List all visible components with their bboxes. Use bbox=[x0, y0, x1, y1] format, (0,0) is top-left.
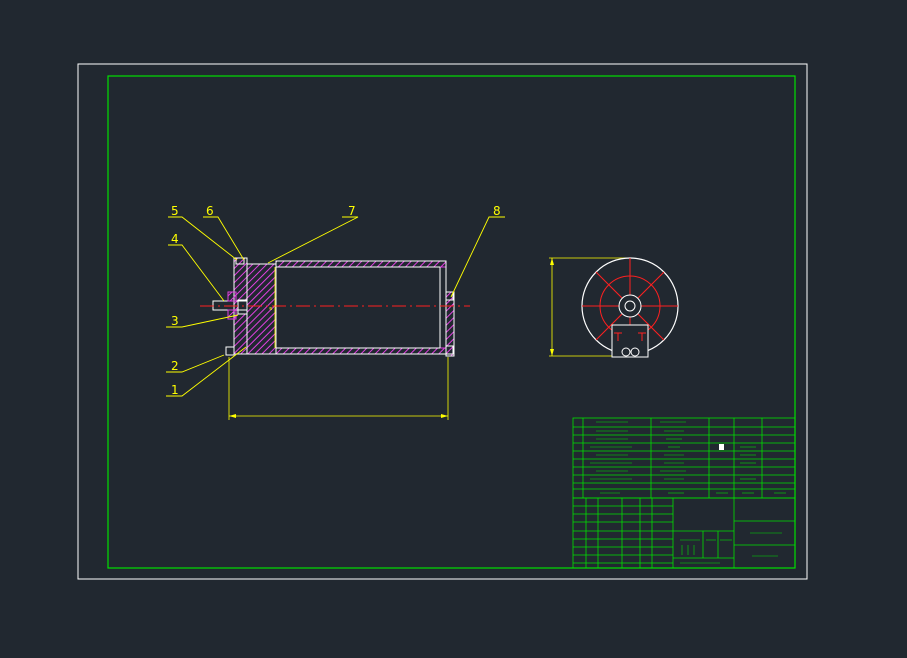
diameter-dimension-text: ⌀ bbox=[268, 307, 274, 310]
balloon-3: 3 bbox=[171, 314, 179, 328]
balloon-1: 1 bbox=[171, 383, 179, 397]
balloon-5: 5 bbox=[171, 204, 179, 218]
parts-list-text-marks bbox=[590, 421, 786, 494]
title-block-text-marks bbox=[680, 532, 782, 564]
balloon-6: 6 bbox=[206, 204, 214, 218]
balloon-7: 7 bbox=[348, 204, 356, 218]
end-view-hub-outer bbox=[618, 294, 642, 318]
end-view bbox=[549, 257, 679, 358]
paper-border bbox=[77, 63, 808, 580]
section-view: ⌀ bbox=[200, 257, 470, 420]
cad-drawing-canvas[interactable]: ⌀ 5 6 7 8 4 3 2 1 bbox=[0, 0, 907, 658]
balloon-2: 2 bbox=[171, 359, 179, 373]
parts-list bbox=[572, 417, 796, 499]
balloon-4: 4 bbox=[171, 232, 179, 246]
drum-shell-bottom bbox=[275, 347, 447, 355]
balloon-8: 8 bbox=[493, 204, 501, 218]
drum-shell-top bbox=[275, 260, 447, 268]
drum-outline bbox=[275, 260, 447, 355]
